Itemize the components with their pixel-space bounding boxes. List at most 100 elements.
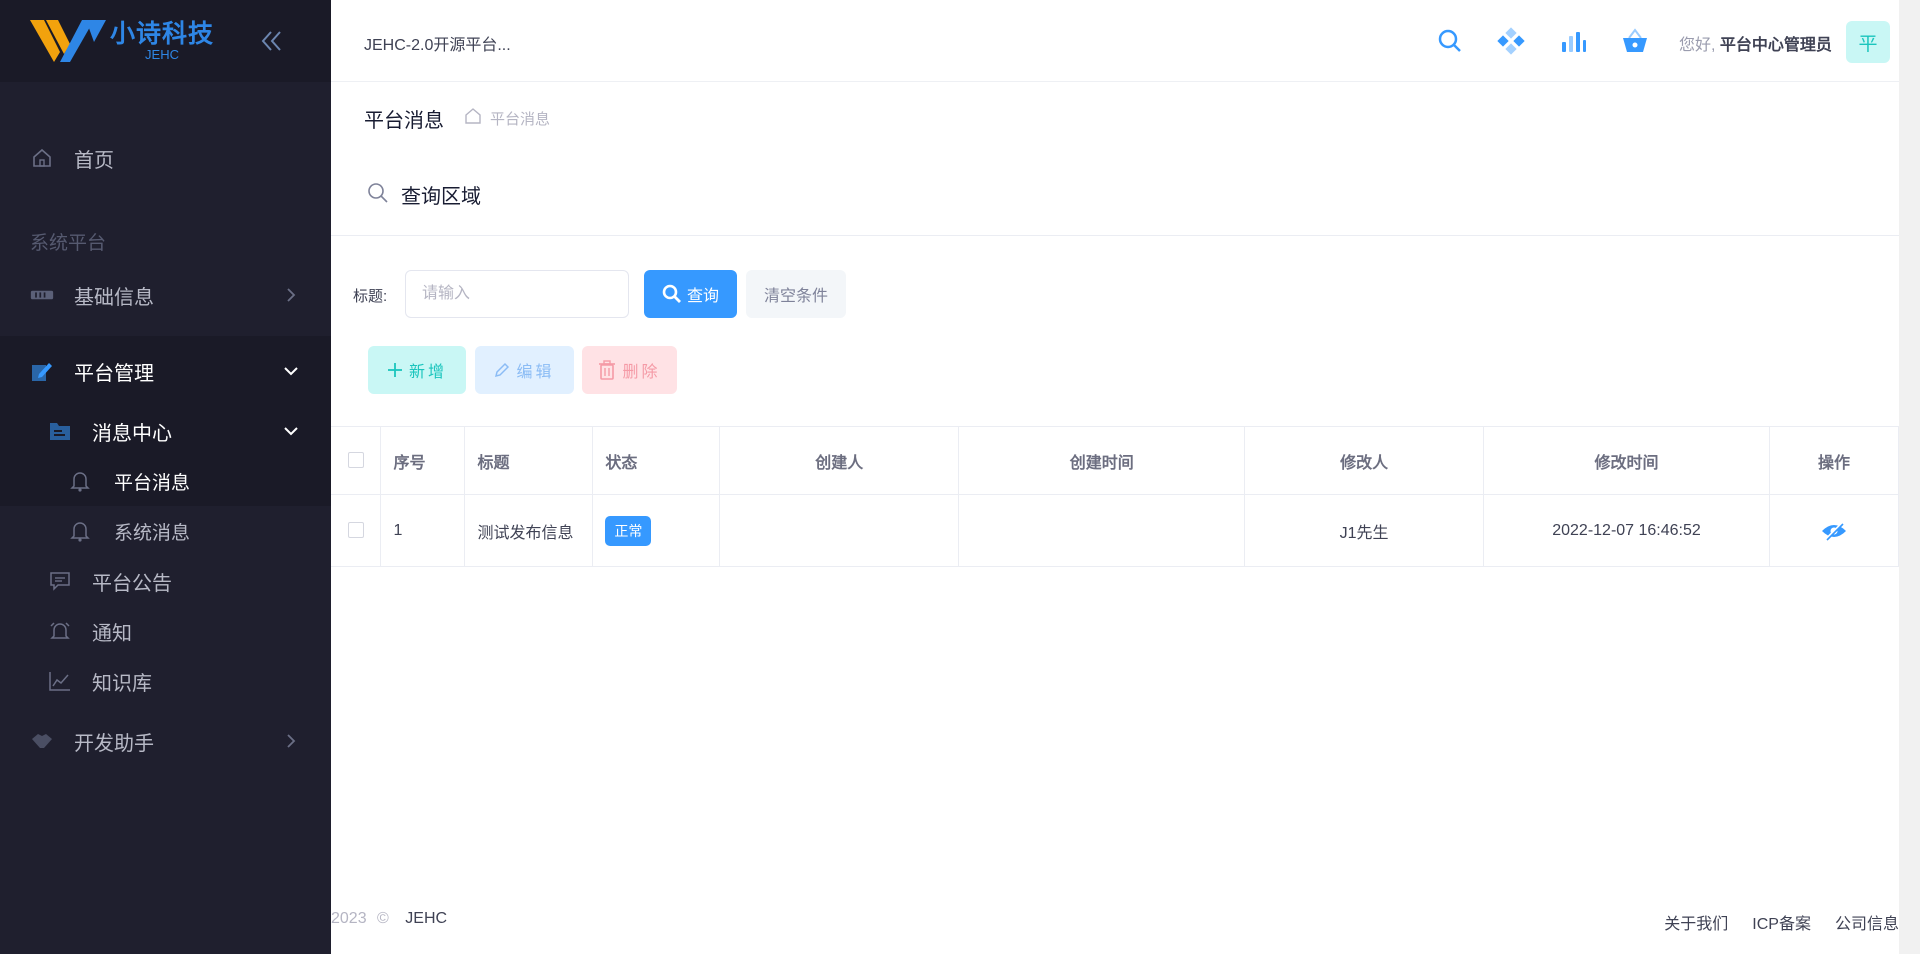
sidebar-item-platform-msg[interactable]: 平台消息 <box>0 456 331 506</box>
view-detail-icon[interactable] <box>1821 521 1847 541</box>
edit-box-icon <box>30 359 54 383</box>
sidebar-item-system-msg[interactable]: 系统消息 <box>0 506 331 556</box>
card-header: 查询区域 <box>331 150 1899 236</box>
sidebar-item-msg-center[interactable]: 消息中心 <box>0 406 331 456</box>
edit-button[interactable]: 编辑 <box>475 346 574 394</box>
subheader: 平台消息 平台消息 <box>331 82 1899 150</box>
search-icon[interactable] <box>1435 26 1465 56</box>
cell-actions <box>1769 494 1900 567</box>
cell-created-time <box>958 494 1246 567</box>
delete-button-label: 删除 <box>622 364 661 381</box>
footer-copyright: 2023 © JEHC <box>331 910 447 928</box>
sidebar-item-label: 首页 <box>74 149 114 172</box>
sidebar-item-label: 消息中心 <box>92 422 172 445</box>
chevron-right-icon <box>287 734 296 748</box>
sidebar-item-label: 知识库 <box>92 672 152 695</box>
footer-year: 2023 <box>331 910 367 927</box>
chevron-down-icon <box>284 367 298 376</box>
logo-icon <box>30 20 106 62</box>
collapse-sidebar-icon[interactable] <box>256 26 286 56</box>
select-all-checkbox[interactable] <box>347 452 364 469</box>
handshake-icon <box>30 729 54 753</box>
cell-modifier: J1先生 <box>1244 494 1485 567</box>
query-area-title: 查询区域 <box>401 186 481 208</box>
sidebar-menu: 首页 系统平台 基础信息 平台管理 消息中心 平台消息 系统消息 平台公告 通知… <box>0 82 331 776</box>
clear-filter-button[interactable]: 清空条件 <box>746 270 846 318</box>
greeting-prefix: 您好, <box>1679 37 1716 54</box>
sidebar-item-home[interactable]: 首页 <box>0 130 331 186</box>
sidebar-item-label: 平台公告 <box>92 572 172 595</box>
table-row[interactable]: 1 测试发布信息 正常 J1先生 2022-12-07 16:46:52 <box>331 494 1900 567</box>
column-header-actions: 操作 <box>1769 426 1900 495</box>
add-button[interactable]: 新增 <box>368 346 466 394</box>
apps-grid-icon[interactable] <box>1496 26 1526 56</box>
footer-link-company[interactable]: 公司信息 <box>1835 910 1899 934</box>
logo-subtitle: JEHC <box>145 47 179 62</box>
query-button-label: 查询 <box>686 288 719 305</box>
title-search-input[interactable] <box>405 270 629 318</box>
avatar[interactable]: 平 <box>1846 21 1890 63</box>
search-icon <box>368 183 388 203</box>
sidebar-item-label: 系统消息 <box>114 522 191 544</box>
column-header-no[interactable]: 序号 <box>380 426 466 495</box>
footer-brand[interactable]: JEHC <box>405 910 447 927</box>
folder-icon <box>48 419 72 443</box>
row-select-cell[interactable] <box>331 494 382 567</box>
column-header-creator[interactable]: 创建人 <box>719 426 960 495</box>
home-icon[interactable] <box>464 107 482 125</box>
logo-text: 小诗科技 JEHC <box>110 20 214 62</box>
sidebar-item-knowledge[interactable]: 知识库 <box>0 656 331 706</box>
footer-link-about[interactable]: 关于我们 <box>1664 910 1728 934</box>
window-scrollbar[interactable] <box>1899 0 1920 954</box>
column-header-title[interactable]: 标题 <box>464 426 594 495</box>
delete-button[interactable]: 删除 <box>582 346 677 394</box>
sidebar-item-notice[interactable]: 平台公告 <box>0 556 331 606</box>
footer-links: 关于我们 ICP备案 公司信息 <box>1664 910 1899 934</box>
status-badge: 正常 <box>605 515 652 546</box>
sidebar-item-basic-info[interactable]: 基础信息 <box>0 266 331 324</box>
sidebar-item-notify[interactable]: 通知 <box>0 606 331 656</box>
trash-icon <box>599 360 616 380</box>
add-button-label: 新增 <box>408 364 447 381</box>
footer-copy-symbol: © <box>377 910 389 927</box>
project-title[interactable]: JEHC-2.0开源平台... <box>364 31 511 55</box>
column-header-modifier[interactable]: 修改人 <box>1244 426 1485 495</box>
sidebar-item-dev[interactable]: 开发助手 <box>0 706 331 776</box>
logo-title: 小诗科技 <box>110 20 215 48</box>
cell-modified-time: 2022-12-07 16:46:52 <box>1483 494 1770 567</box>
bell-icon <box>68 519 92 543</box>
column-header-status[interactable]: 状态 <box>592 426 721 495</box>
query-button[interactable]: 查询 <box>644 270 737 318</box>
cell-status: 正常 <box>592 494 721 567</box>
edit-button-label: 编辑 <box>516 364 555 381</box>
row-checkbox[interactable] <box>347 522 364 539</box>
chevron-down-icon <box>284 427 298 436</box>
footer-link-icp[interactable]: ICP备案 <box>1752 910 1811 934</box>
sidebar-item-label: 开发助手 <box>74 732 154 755</box>
sidebar-item-platform-mgmt[interactable]: 平台管理 <box>0 336 331 406</box>
column-header-modified-time[interactable]: 修改时间 <box>1483 426 1770 495</box>
breadcrumb[interactable]: 平台消息 <box>490 108 550 129</box>
plus-icon <box>387 363 402 377</box>
server-icon <box>30 283 54 307</box>
sidebar-group-label: 系统平台 <box>30 232 107 254</box>
sidebar-item-label: 平台消息 <box>114 472 191 494</box>
user-greeting[interactable]: 您好, 平台中心管理员 <box>1679 31 1832 55</box>
footer: 2023 © JEHC 关于我们 ICP备案 公司信息 <box>331 880 1899 954</box>
sidebar-item-label: 基础信息 <box>74 286 154 309</box>
user-name: 平台中心管理员 <box>1719 37 1832 54</box>
sidebar-item-label: 平台管理 <box>74 362 154 385</box>
home-icon <box>30 146 54 170</box>
chevron-right-icon <box>287 288 296 302</box>
cell-no: 1 <box>380 494 466 567</box>
search-icon <box>662 284 681 303</box>
title-filter-label: 标题: <box>353 288 388 305</box>
basket-icon[interactable] <box>1620 26 1650 56</box>
select-all-cell[interactable] <box>331 426 382 495</box>
bar-chart-icon[interactable] <box>1558 26 1588 56</box>
line-chart-icon <box>48 669 72 693</box>
bell-icon <box>68 469 92 493</box>
cell-creator <box>719 494 960 567</box>
column-header-created-time[interactable]: 创建时间 <box>958 426 1246 495</box>
sidebar-item-label: 通知 <box>92 622 132 645</box>
